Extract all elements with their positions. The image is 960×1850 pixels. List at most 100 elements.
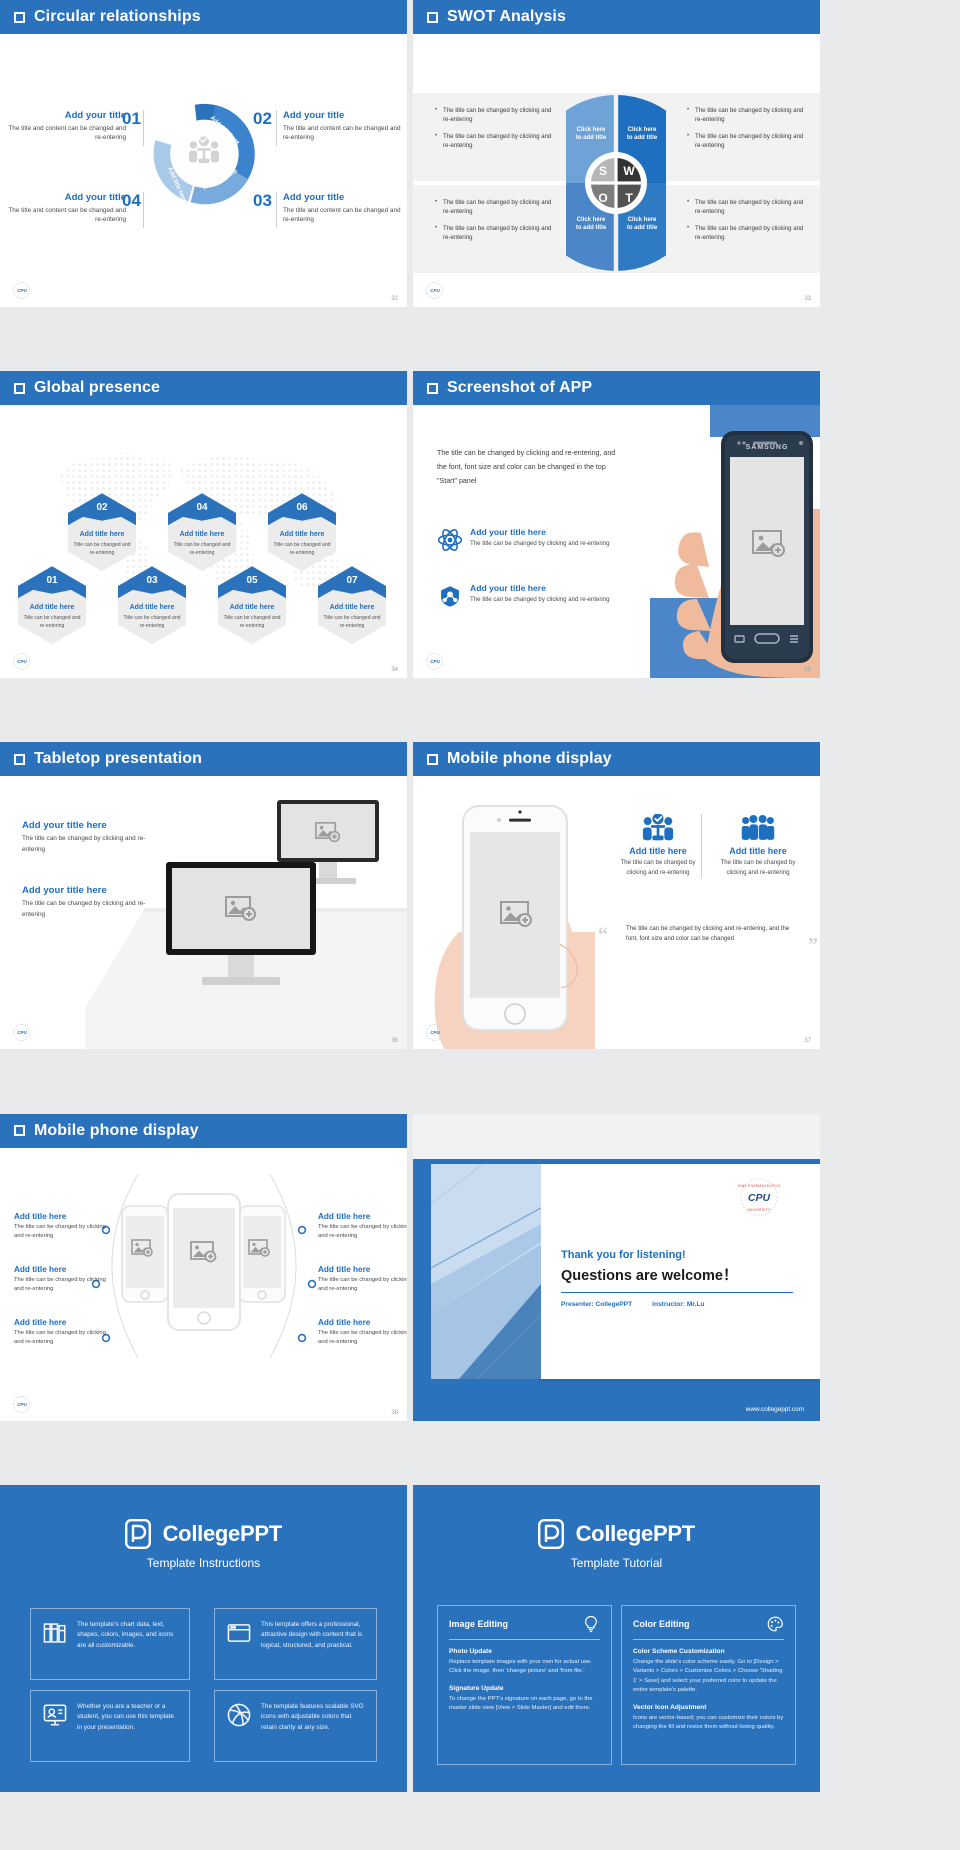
q-l2: to add title — [575, 135, 607, 142]
app-feature-2[interactable]: Add your title here The title can be cha… — [437, 583, 627, 609]
presenter-label: Presenter: — [561, 1300, 594, 1308]
dribbble-icon — [227, 1703, 251, 1727]
lightbulb-icon — [585, 1615, 597, 1632]
brand-name: CollegePPT — [162, 1520, 283, 1546]
page-title: SWOT Analysis — [447, 8, 566, 25]
slide-mobile-display-three: Mobile phone display Add title here The … — [0, 1113, 407, 1421]
square-bullet-icon — [14, 1125, 25, 1137]
page-title: Global presence — [34, 379, 160, 397]
slide-deck: Circular relationships Add title here Ad… — [0, 0, 960, 1850]
mobile-card-1[interactable]: Add title here The title can be changed … — [616, 814, 700, 878]
svg-text:UNIVERSITY: UNIVERSITY — [747, 1208, 771, 1212]
global-hex-01[interactable]: 01 Add title here Title can be changed a… — [18, 566, 86, 645]
global-hex-04[interactable]: 04 Add title here Title can be changed a… — [168, 493, 236, 572]
instruction-card-4[interactable]: The template features scalable SVG icons… — [214, 1689, 377, 1762]
mobile2-left-item-2[interactable]: Add title here The title can be changed … — [14, 1265, 106, 1295]
hex-number: 07 — [346, 575, 358, 587]
svg-text:CHINA PHARMACEUTICAL: CHINA PHARMACEUTICAL — [738, 1184, 780, 1188]
swot-quadrant-label-w[interactable]: Click here to add title — [624, 126, 660, 142]
brand-block: CollegePPT Template Tutorial — [413, 1518, 820, 1570]
hex-number: 02 — [96, 502, 108, 514]
swot-quadrant-label-o[interactable]: Click here to add title — [573, 216, 609, 232]
cpu-badge-logo: CPU CHINA PHARMACEUTICAL UNIVERSITY — [738, 1176, 780, 1218]
item-title: Add title here — [14, 1317, 67, 1327]
global-hex-03[interactable]: 03 Add title here Title can be changed a… — [118, 566, 186, 645]
swot-circle-diagram: S W O T — [566, 93, 666, 273]
tutorial-card-color-editing[interactable]: Color Editing Color Scheme Customization… — [621, 1604, 796, 1765]
circular-item-02[interactable]: Add your title The title and content can… — [283, 110, 401, 143]
svg-text:CPU: CPU — [17, 1401, 27, 1406]
page-number: 33 — [804, 296, 811, 302]
item-desc: The title can be changed by clicking and… — [14, 1276, 106, 1292]
instruction-card-2[interactable]: This template offers a professional, att… — [214, 1607, 377, 1680]
app-feature-1[interactable]: Add your title here The title can be cha… — [437, 527, 627, 553]
mobile2-right-item-3[interactable]: Add title here The title can be changed … — [318, 1318, 407, 1348]
instruction-card-3[interactable]: Whether you are a teacher or a student, … — [30, 1689, 190, 1762]
item-desc: The title can be changed by clicking and… — [22, 900, 146, 918]
brand-logo: CPU — [426, 653, 443, 671]
slide-header: Circular relationships — [0, 0, 407, 34]
brand-logo: CPU — [13, 1024, 30, 1042]
svg-text:CPU: CPU — [430, 1030, 440, 1035]
svg-text:CPU: CPU — [17, 288, 27, 293]
global-hex-06[interactable]: 06 Add title here Title can be changed a… — [268, 493, 336, 572]
page-number: 38 — [391, 1409, 398, 1416]
section-body: Replace template images with your own fo… — [449, 1658, 592, 1675]
q-l1: Click here — [627, 127, 657, 133]
mobile2-right-item-2[interactable]: Add title here The title can be changed … — [318, 1265, 407, 1295]
divider — [143, 110, 144, 146]
divider — [276, 192, 277, 228]
mobile2-left-item-1[interactable]: Add title here The title can be changed … — [14, 1212, 106, 1242]
hex-number: 05 — [246, 575, 258, 587]
brand-logo: CPU — [426, 282, 443, 299]
mobile2-right-item-1[interactable]: Add title here The title can be changed … — [318, 1212, 407, 1242]
item-title: Add your title here — [22, 885, 107, 897]
hex-desc: Title can be changed and re-entering — [23, 615, 81, 629]
q-l2: to add title — [575, 225, 607, 232]
circular-number-02: 02 — [253, 109, 272, 128]
hex-number: 06 — [296, 502, 308, 514]
circular-item-04[interactable]: Add your title The title and content can… — [8, 192, 126, 225]
bullet: The title can be changed by clicking and… — [687, 223, 809, 242]
item-title: Add title here — [318, 1317, 371, 1327]
brand-logo: CPU — [13, 282, 30, 299]
q-l1: Click here — [576, 127, 606, 133]
instruction-card-1[interactable]: The template's chart data, text, shapes,… — [30, 1607, 190, 1680]
page-title: Tabletop presentation — [34, 750, 203, 768]
circular-number-04: 04 — [122, 191, 141, 210]
section-heading: Color Scheme Customization — [633, 1647, 725, 1655]
circular-item-01[interactable]: Add your title The title and content can… — [8, 110, 126, 143]
page-title: Mobile phone display — [34, 1121, 199, 1139]
global-hex-07[interactable]: 07 Add title here Title can be changed a… — [318, 566, 386, 645]
q-l2: to add title — [626, 135, 658, 142]
hex-title: Add title here — [279, 531, 325, 539]
mobile2-left-item-3[interactable]: Add title here The title can be changed … — [14, 1318, 106, 1348]
svg-text:S: S — [599, 164, 607, 178]
item-desc: The title can be changed by clicking and… — [22, 835, 146, 853]
tabletop-item-1[interactable]: Add your title here The title can be cha… — [22, 820, 152, 855]
image-placeholder-icon — [315, 822, 341, 843]
card-title: Add title here — [729, 846, 787, 857]
swot-quadrant-label-t[interactable]: Click here to add title — [624, 216, 660, 232]
hex-desc: Title can be changed and re-entering — [323, 615, 381, 629]
global-hex-02[interactable]: 02 Add title here Title can be changed a… — [68, 493, 136, 572]
thanks-line-2: Questions are welcome！ — [561, 1267, 738, 1284]
slide-template-tutorial: CollegePPT Template Tutorial Image Editi… — [413, 1484, 820, 1792]
item-desc: The title can be changed by clicking and… — [318, 1223, 407, 1239]
website-url[interactable]: www.collegeppt.com — [746, 1406, 804, 1413]
global-hex-05[interactable]: 05 Add title here Title can be changed a… — [218, 566, 286, 645]
hex-desc: Title can be changed and re-entering — [273, 542, 331, 556]
architecture-photo — [431, 1163, 541, 1379]
card-text: The template's chart data, text, shapes,… — [77, 1620, 174, 1649]
swot-quadrant-label-s[interactable]: Click here to add title — [573, 126, 609, 142]
slide-header: SWOT Analysis — [413, 0, 820, 34]
svg-text:CPU: CPU — [748, 1192, 771, 1204]
svg-text:SAMSUNG: SAMSUNG — [746, 444, 789, 451]
feature-desc: The title can be changed by clicking and… — [470, 596, 610, 604]
tabletop-item-2[interactable]: Add your title here The title can be cha… — [22, 885, 152, 920]
image-placeholder-icon — [225, 896, 256, 922]
monitor-primary — [166, 862, 316, 986]
circular-item-03[interactable]: Add your title The title and content can… — [283, 192, 401, 225]
mobile-card-2[interactable]: Add title here The title can be changed … — [713, 814, 803, 878]
tutorial-card-image-editing[interactable]: Image Editing Photo Update Replace templ… — [437, 1604, 612, 1765]
